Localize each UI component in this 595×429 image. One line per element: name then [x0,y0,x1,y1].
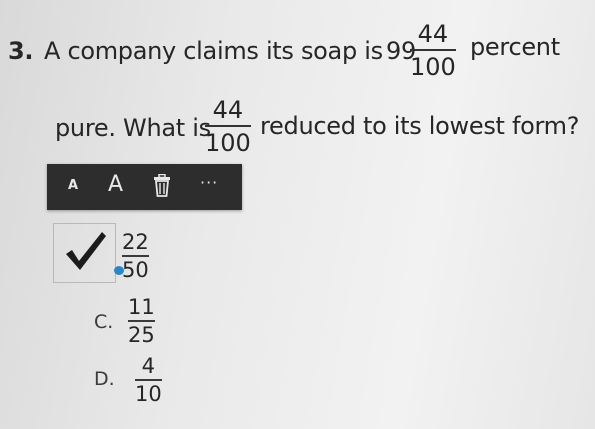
mixed-fraction-denominator: 100 [410,53,456,81]
decrease-font-button[interactable]: A [68,178,78,193]
more-options-button[interactable]: ··· [200,173,218,192]
option-a-numerator: 22 [122,230,149,254]
fraction-bar [135,379,162,381]
question-fraction-numerator: 44 [212,96,244,124]
option-c-fraction[interactable]: 11 25 [128,297,155,346]
text-toolbar: A A ··· [47,164,242,210]
fraction-bar [122,255,149,257]
option-c-denominator: 25 [128,323,155,347]
question-fraction-denominator: 100 [205,129,251,157]
radio-selected-dot [114,266,124,275]
option-d-denominator: 10 [135,382,162,406]
increase-font-button[interactable]: A [108,172,123,197]
fraction-bar [410,49,456,51]
question-text-line1-end: percent [470,33,560,61]
mixed-fraction-numerator: 44 [417,20,449,48]
option-a-fraction[interactable]: 22 50 [122,232,149,281]
trash-icon[interactable] [152,174,172,198]
question-text-line1: A company claims its soap is [44,37,383,65]
question-text-line2-end: reduced to its lowest form? [260,112,580,140]
option-c-letter[interactable]: C. [94,311,113,333]
option-d-fraction[interactable]: 4 10 [135,356,162,405]
option-a-denominator: 50 [122,258,149,282]
fraction-bar [205,125,251,127]
mixed-number-fraction: 44 100 [410,22,456,79]
checkmark-icon [66,232,106,270]
option-d-numerator: 4 [141,354,156,378]
question-fraction: 44 100 [205,98,251,155]
question-number: 3. [8,37,34,65]
option-c-numerator: 11 [128,295,155,319]
option-d-letter[interactable]: D. [94,368,115,390]
fraction-bar [128,320,155,322]
question-text-line2: pure. What is [55,114,211,142]
